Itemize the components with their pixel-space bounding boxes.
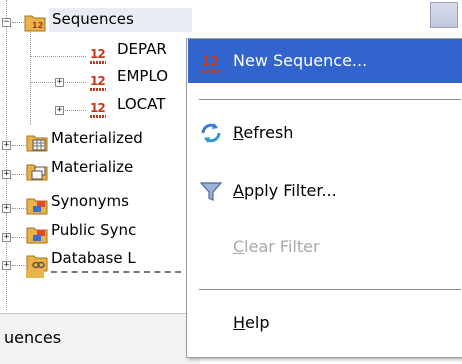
tree-item-label: EMPLO bbox=[117, 67, 169, 85]
sequence-icon: 12 bbox=[90, 47, 106, 61]
bottom-tab[interactable]: uences bbox=[0, 313, 200, 364]
context-menu: 12 New Sequence... Refresh Apply Filter.… bbox=[186, 38, 462, 358]
refresh-icon bbox=[201, 123, 221, 143]
tree-item-label: Materialize bbox=[51, 158, 134, 176]
svg-text:12: 12 bbox=[32, 21, 43, 30]
tree-item-sequence[interactable]: 12 DEPAR bbox=[0, 36, 200, 64]
menu-item-new-sequence[interactable]: 12 New Sequence... bbox=[188, 39, 462, 83]
tree-item-database-links[interactable]: + Database L bbox=[0, 247, 200, 272]
tree-item-materialized-view-logs[interactable]: + Materialize bbox=[0, 153, 200, 181]
public-synonyms-folder-icon bbox=[26, 227, 48, 244]
expand-icon[interactable]: + bbox=[2, 141, 11, 150]
tree-item-label: Synonyms bbox=[51, 192, 129, 210]
sequence-icon: 12 bbox=[90, 74, 106, 88]
tree-item-label: Materialized bbox=[51, 129, 143, 147]
tree-item-partial bbox=[26, 270, 186, 278]
menu-item-help[interactable]: Help bbox=[188, 301, 462, 345]
tree-item-public-synonyms[interactable]: + Public Sync bbox=[0, 219, 200, 244]
bottom-tab-label: uences bbox=[4, 328, 62, 347]
menu-separator bbox=[199, 99, 461, 101]
collapse-icon[interactable]: − bbox=[2, 18, 11, 27]
synonyms-folder-icon bbox=[26, 198, 48, 215]
tree-item-label: Database L bbox=[51, 249, 136, 267]
menu-separator bbox=[199, 289, 461, 291]
menu-item-label: New Sequence... bbox=[233, 51, 368, 70]
tree-item-sequences[interactable]: − 12 Sequences bbox=[0, 6, 200, 32]
expand-icon[interactable]: + bbox=[55, 78, 64, 87]
tree-item-label: Public Sync bbox=[51, 221, 137, 239]
expand-icon[interactable]: + bbox=[2, 170, 11, 179]
mnemonic: C bbox=[233, 237, 245, 256]
menu-item-clear-filter: Clear Filter bbox=[233, 237, 320, 256]
materialized-view-folder-icon bbox=[26, 135, 48, 152]
expand-icon[interactable]: + bbox=[2, 204, 11, 213]
materialized-view-log-folder-icon bbox=[26, 164, 48, 181]
scrollbar-thumb[interactable] bbox=[430, 2, 458, 28]
tree-item-materialized-views[interactable]: + Materialized bbox=[0, 124, 200, 152]
tree-item-synonyms[interactable]: + Synonyms bbox=[0, 190, 200, 215]
tree-item-sequence[interactable]: + 12 LOCAT bbox=[0, 89, 200, 118]
mnemonic: A bbox=[233, 181, 244, 200]
database-links-folder-icon bbox=[26, 255, 48, 272]
new-sequence-icon: 12 bbox=[202, 55, 219, 70]
mnemonic: H bbox=[233, 313, 246, 332]
menu-item-apply-filter[interactable]: Apply Filter... bbox=[188, 169, 462, 213]
menu-item-refresh[interactable]: Refresh bbox=[188, 111, 462, 155]
tree-item-label: LOCAT bbox=[117, 95, 166, 113]
expand-icon[interactable]: + bbox=[2, 261, 11, 270]
expand-icon[interactable]: + bbox=[2, 233, 11, 242]
tree-item-label: Sequences bbox=[52, 10, 134, 28]
sequence-icon: 12 bbox=[90, 101, 106, 115]
filter-icon bbox=[199, 182, 223, 201]
tree-item-label: DEPAR bbox=[117, 40, 167, 58]
sequences-folder-icon: 12 bbox=[24, 15, 46, 32]
tree-item-sequence[interactable]: + 12 EMPLO bbox=[0, 62, 200, 91]
expand-icon[interactable]: + bbox=[55, 106, 64, 115]
mnemonic: R bbox=[233, 123, 244, 142]
